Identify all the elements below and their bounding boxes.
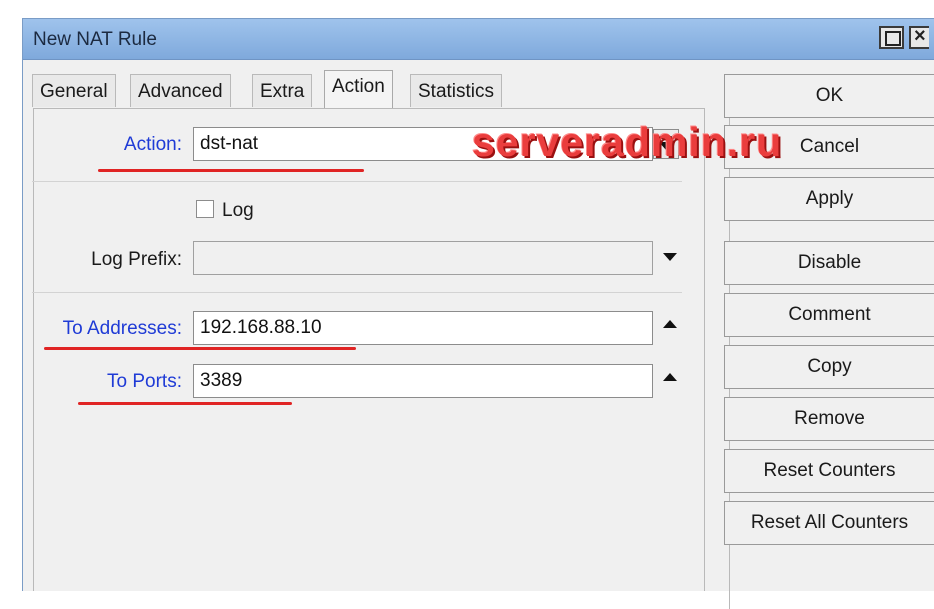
remove-button[interactable]: Remove xyxy=(724,397,934,441)
tab-action[interactable]: Action xyxy=(324,70,393,108)
action-select[interactable]: dst-nat xyxy=(193,127,653,161)
to-ports-label: To Ports: xyxy=(107,371,182,392)
log-label: Log xyxy=(222,200,254,221)
cancel-button[interactable]: Cancel xyxy=(724,125,934,169)
to-addresses-label: To Addresses: xyxy=(62,318,182,339)
tab-statistics[interactable]: Statistics xyxy=(410,74,503,107)
to-addresses-collapse-icon[interactable] xyxy=(663,320,677,328)
reset-counters-button[interactable]: Reset Counters xyxy=(724,449,934,493)
copy-button[interactable]: Copy xyxy=(724,345,934,389)
section-divider xyxy=(32,181,682,182)
tab-general[interactable]: General xyxy=(32,74,116,107)
comment-button[interactable]: Comment xyxy=(724,293,934,337)
ok-button[interactable]: OK xyxy=(724,74,934,118)
overlay-layer: General Advanced Extra Action Statistics… xyxy=(0,0,934,590)
log-prefix-dropdown-icon[interactable] xyxy=(663,253,677,261)
tab-extra[interactable]: Extra xyxy=(252,74,313,107)
reset-all-counters-button[interactable]: Reset All Counters xyxy=(724,501,934,545)
tab-advanced[interactable]: Advanced xyxy=(130,74,231,107)
log-prefix-label: Log Prefix: xyxy=(91,249,182,270)
action-label: Action: xyxy=(123,134,182,155)
to-ports-collapse-icon[interactable] xyxy=(663,373,677,381)
disable-button[interactable]: Disable xyxy=(724,241,934,285)
to-ports-field[interactable]: 3389 xyxy=(193,364,653,398)
log-prefix-field[interactable] xyxy=(193,241,653,275)
log-checkbox[interactable] xyxy=(196,200,214,218)
annotation-underline xyxy=(98,169,364,172)
annotation-underline xyxy=(44,347,356,350)
apply-button[interactable]: Apply xyxy=(724,177,934,221)
annotation-underline xyxy=(78,402,292,405)
to-addresses-field[interactable]: 192.168.88.10 xyxy=(193,311,653,345)
chevron-down-icon xyxy=(659,142,673,150)
section-divider xyxy=(32,292,682,293)
action-dropdown-button[interactable] xyxy=(653,129,679,159)
